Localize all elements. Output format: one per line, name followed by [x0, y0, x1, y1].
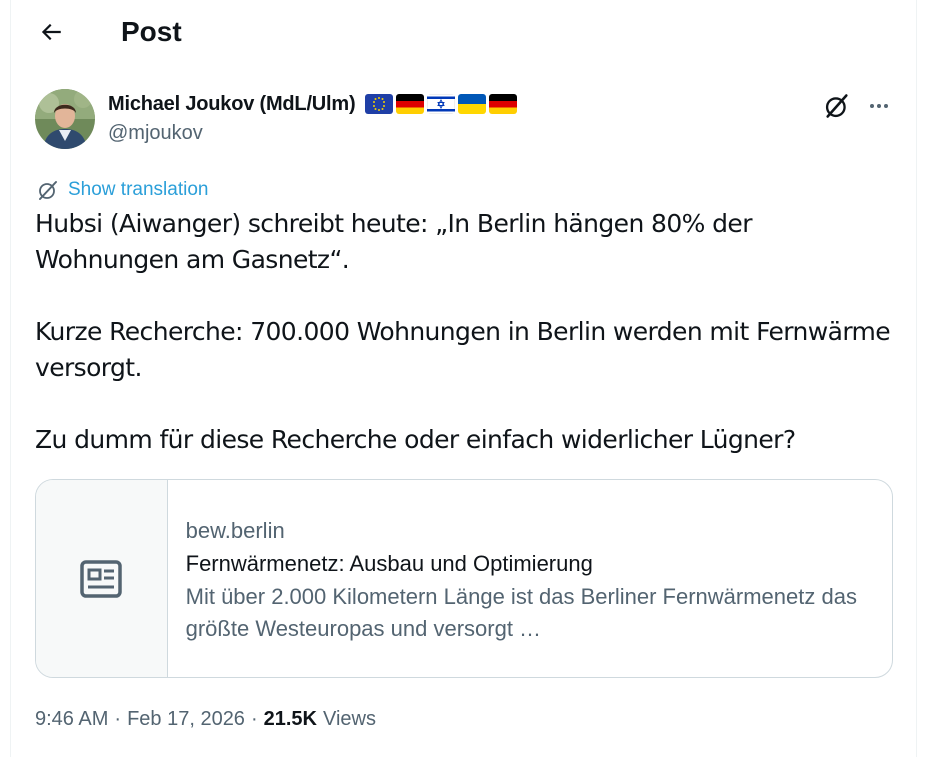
- link-card-body: bew.berlin Fernwärmenetz: Ausbau und Opt…: [168, 480, 892, 677]
- grok-button[interactable]: [819, 88, 855, 124]
- grok-icon: [39, 181, 57, 200]
- views-count: 21.5K: [263, 707, 317, 730]
- author-name-row: Michael Joukov (MdL/Ulm): [108, 90, 518, 118]
- link-card-description: Mit über 2.000 Kilometern Länge ist das …: [185, 584, 857, 641]
- more-button[interactable]: [861, 88, 897, 124]
- tweet-text: Hubsi (Aiwanger) schreibt heute: „In Ber…: [35, 206, 895, 458]
- post-time[interactable]: 9:46 AM: [35, 708, 108, 731]
- author-display-name[interactable]: Michael Joukov (MdL/Ulm): [108, 93, 356, 116]
- germany-flag-icon: [396, 94, 425, 114]
- avatar[interactable]: [35, 89, 95, 149]
- ukraine-flag-icon: [458, 94, 487, 114]
- tweet-paragraph: Zu dumm für diese Recherche oder einfach…: [35, 425, 796, 454]
- post-date[interactable]: Feb 17, 2026: [127, 708, 245, 731]
- eu-flag-icon: [365, 94, 394, 114]
- tweet-paragraph: Kurze Recherche: 700.000 Wohnungen in Be…: [35, 317, 891, 382]
- flag-list: [365, 94, 518, 114]
- post-header: Post: [11, 0, 916, 66]
- grok-icon: [825, 94, 848, 118]
- more-horizontal-icon: [870, 104, 888, 108]
- post-meta: 9:46 AM · Feb 17, 2026 · 21.5K Views: [35, 704, 376, 734]
- germany-flag-icon: [489, 94, 518, 114]
- show-translation-label[interactable]: Show translation: [68, 179, 208, 201]
- post-column: Post Michael Joukov (MdL/Ulm) @mjoukov S…: [10, 0, 917, 757]
- link-card[interactable]: bew.berlin Fernwärmenetz: Ausbau und Opt…: [35, 479, 893, 678]
- israel-flag-icon: [427, 94, 456, 114]
- tweet-paragraph: Hubsi (Aiwanger) schreibt heute: „In Ber…: [35, 209, 752, 274]
- show-translation-link[interactable]: Show translation: [36, 178, 208, 202]
- separator: ·: [250, 707, 258, 730]
- link-card-media: [36, 480, 168, 677]
- page-title: Post: [121, 16, 182, 47]
- arrow-left-icon: [41, 23, 61, 41]
- author-handle[interactable]: @mjoukov: [108, 122, 203, 145]
- views-label: Views: [322, 707, 376, 730]
- link-card-title: Fernwärmenetz: Ausbau und Optimierung: [185, 551, 593, 576]
- article-icon: [80, 559, 123, 598]
- back-button[interactable]: [31, 12, 71, 52]
- separator: ·: [114, 707, 122, 730]
- link-card-domain: bew.berlin: [185, 518, 285, 543]
